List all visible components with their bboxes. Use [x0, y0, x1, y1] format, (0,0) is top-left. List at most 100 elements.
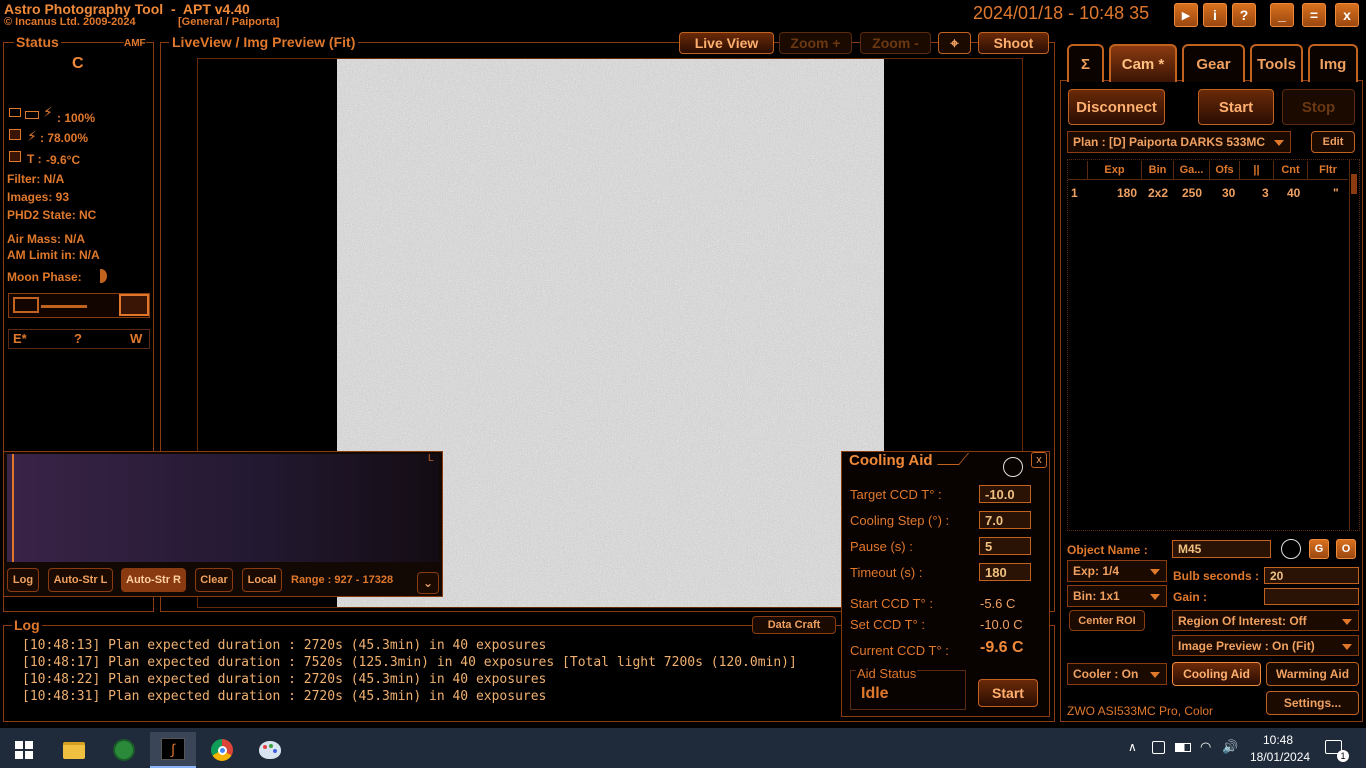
- clear-button[interactable]: Clear: [195, 568, 233, 592]
- zoom-in-button[interactable]: Zoom +: [779, 32, 852, 54]
- roi-select[interactable]: Region Of Interest: Off: [1172, 610, 1359, 631]
- airmass: Air Mass: N/A: [7, 232, 86, 246]
- app-green-icon[interactable]: [104, 732, 144, 768]
- log-line: [10:48:17] Plan expected duration : 7520…: [22, 655, 797, 670]
- image-preview-select[interactable]: Image Preview : On (Fit): [1172, 635, 1359, 656]
- shoot-button[interactable]: Shoot: [978, 32, 1049, 54]
- tray-device-icon[interactable]: [1152, 741, 1165, 754]
- laptop-icon: [9, 108, 21, 117]
- cooling-step-label: Cooling Step (°) :: [850, 513, 950, 528]
- apt-logo-icon: ∫: [161, 738, 185, 760]
- help-icon[interactable]: ?: [1232, 3, 1256, 27]
- tray-wifi-icon[interactable]: ◠: [1200, 739, 1211, 755]
- object-button[interactable]: O: [1336, 539, 1356, 559]
- camera-icon: [9, 129, 21, 140]
- tab-tools[interactable]: Tools: [1250, 44, 1303, 82]
- nav-w[interactable]: W: [130, 331, 142, 346]
- disconnect-button[interactable]: Disconnect: [1068, 89, 1165, 125]
- bulb-seconds-input[interactable]: 20: [1264, 567, 1359, 584]
- exposure-select[interactable]: Exp: 1/4: [1067, 560, 1167, 582]
- chrome-logo-icon: [211, 739, 233, 761]
- taskbar-time[interactable]: 10:48: [1263, 733, 1293, 747]
- auto-str-l-button[interactable]: Auto-Str L: [48, 568, 113, 592]
- minimize-button[interactable]: _: [1270, 3, 1294, 27]
- start-ccd-label: Start CCD T° :: [850, 596, 933, 611]
- notification-badge: 1: [1337, 750, 1349, 762]
- tray-volume-icon[interactable]: 🔊: [1222, 739, 1238, 755]
- binning-select[interactable]: Bin: 1x1: [1067, 585, 1167, 607]
- histogram-graph[interactable]: [7, 454, 439, 562]
- paint-icon[interactable]: [250, 732, 290, 768]
- histogram-range: Range : 927 - 17328: [291, 574, 394, 586]
- tray-battery-icon[interactable]: [1175, 743, 1191, 752]
- settings-button[interactable]: Settings...: [1266, 691, 1359, 715]
- gain-input[interactable]: [1264, 588, 1359, 605]
- maximize-button[interactable]: =: [1302, 3, 1326, 27]
- palette-icon: [259, 741, 281, 759]
- expand-icon[interactable]: ⌄: [417, 572, 439, 594]
- table-scrollbar[interactable]: [1349, 160, 1358, 530]
- power-icon: ⚡: [27, 128, 37, 144]
- windows-start-icon[interactable]: [4, 732, 44, 768]
- live-view-button[interactable]: Live View: [679, 32, 774, 54]
- power-icon: ⚡: [43, 104, 53, 120]
- plan-select[interactable]: Plan : [D] Paiporta DARKS 533MC: [1067, 131, 1291, 153]
- nav-help[interactable]: ?: [74, 331, 82, 346]
- cooling-step-input[interactable]: 7.0: [979, 511, 1031, 529]
- warming-aid-button[interactable]: Warming Aid: [1266, 662, 1359, 686]
- filter-status: Filter: N/A: [7, 172, 65, 186]
- col-bin: Bin: [1142, 161, 1174, 179]
- am-limit: AM Limit in: N/A: [7, 248, 100, 262]
- col-count: Cnt: [1274, 161, 1308, 179]
- start-sequence-button[interactable]: Start: [1198, 89, 1274, 125]
- log-button[interactable]: Log: [7, 568, 39, 592]
- scroll-thumb[interactable]: [1351, 174, 1357, 194]
- object-name-input[interactable]: M45: [1172, 540, 1271, 558]
- crosshair-button[interactable]: ⌖: [938, 32, 971, 54]
- zoom-out-button[interactable]: Zoom -: [860, 32, 931, 54]
- col-pause: ||: [1240, 161, 1274, 179]
- cooling-aid-button[interactable]: Cooling Aid: [1172, 662, 1261, 686]
- aid-status-value: Idle: [861, 685, 889, 702]
- close-button[interactable]: x: [1335, 3, 1359, 27]
- taskbar-date[interactable]: 18/01/2024: [1250, 750, 1310, 764]
- camera-name: ZWO ASI533MC Pro, Color: [1067, 704, 1214, 718]
- chrome-icon[interactable]: [202, 732, 242, 768]
- tab-sigma[interactable]: Σ: [1067, 44, 1104, 82]
- file-explorer-icon[interactable]: [54, 732, 94, 768]
- tab-img[interactable]: Img: [1308, 44, 1358, 82]
- moon-phase-label: Moon Phase:: [7, 270, 82, 284]
- cooling-aid-start-button[interactable]: Start: [978, 679, 1038, 707]
- target-ccd-input[interactable]: -10.0: [979, 485, 1031, 503]
- green-circle-icon: [113, 739, 135, 761]
- object-search-icon[interactable]: [1281, 539, 1301, 559]
- close-icon[interactable]: x: [1031, 452, 1047, 468]
- start-ccd-value: -5.6 C: [980, 596, 1016, 611]
- play-icon[interactable]: ▶: [1174, 3, 1198, 27]
- local-button[interactable]: Local: [242, 568, 282, 592]
- sparkle-icon[interactable]: [1003, 457, 1023, 477]
- auto-str-r-button[interactable]: Auto-Str R: [121, 568, 186, 592]
- apt-taskbar-icon[interactable]: ∫: [150, 732, 196, 768]
- log-lines: [10:48:13] Plan expected duration : 2720…: [22, 637, 822, 705]
- temp-label: T :: [27, 152, 42, 166]
- timeout-input[interactable]: 180: [979, 563, 1031, 581]
- data-craft-button[interactable]: Data Craft: [752, 616, 836, 634]
- tab-cam[interactable]: Cam *: [1109, 44, 1177, 82]
- liveview-title: LiveView / Img Preview (Fit): [169, 34, 359, 50]
- profile-label: [General / Paiporta]: [178, 16, 280, 28]
- temp-value: -9.6°C: [46, 153, 81, 167]
- goto-button[interactable]: G: [1309, 539, 1329, 559]
- edit-plan-button[interactable]: Edit: [1311, 131, 1355, 153]
- pause-input[interactable]: 5: [979, 537, 1031, 555]
- row-offset: 30: [1222, 186, 1236, 200]
- info-icon[interactable]: i: [1203, 3, 1227, 27]
- tray-chevron-icon[interactable]: ∧: [1128, 740, 1137, 754]
- cooler-select[interactable]: Cooler : On: [1067, 663, 1167, 685]
- tab-gear[interactable]: Gear: [1182, 44, 1245, 82]
- stop-sequence-button[interactable]: Stop: [1282, 89, 1355, 125]
- center-roi-button[interactable]: Center ROI: [1069, 610, 1145, 631]
- nav-e[interactable]: E*: [13, 331, 27, 346]
- scope-position-widget[interactable]: [8, 293, 150, 318]
- table-row[interactable]: [1068, 183, 1348, 203]
